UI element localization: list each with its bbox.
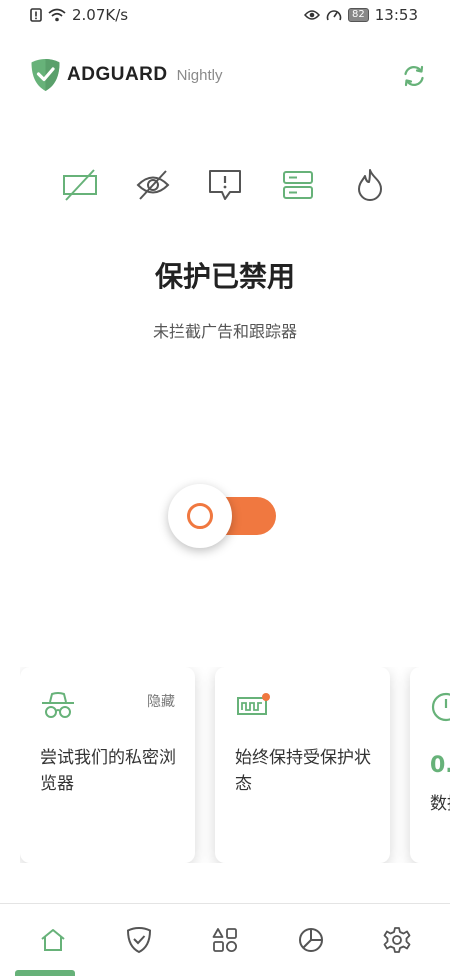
status-right: 82 13:53 bbox=[304, 6, 418, 24]
protection-status-subtitle: 未拦截广告和跟踪器 bbox=[152, 322, 297, 341]
feature-ad-blocking[interactable] bbox=[55, 163, 105, 207]
promo-cards[interactable]: 隐藏 尝试我们的私密浏览器 始终保持受保护状态 0. 数据节 bbox=[20, 667, 450, 863]
eye-icon bbox=[304, 10, 321, 20]
app-header: ADGUARD Nightly bbox=[0, 56, 450, 96]
card-value: 0. bbox=[430, 753, 450, 778]
nav-items bbox=[0, 924, 450, 956]
adguard-shield-icon bbox=[31, 59, 60, 91]
feature-firewall[interactable] bbox=[345, 163, 395, 207]
dns-protection-icon bbox=[282, 171, 313, 199]
card-text: 始终保持受保护状态 bbox=[235, 748, 371, 794]
nav-active-indicator bbox=[15, 970, 75, 976]
feature-annoyance-blocking[interactable] bbox=[200, 163, 250, 207]
feature-tracking-protection[interactable] bbox=[128, 163, 178, 207]
nav-protection[interactable] bbox=[114, 924, 164, 956]
incognito-icon bbox=[42, 692, 74, 718]
card-license[interactable]: 始终保持受保护状态 bbox=[215, 667, 390, 863]
clock-time: 13:53 bbox=[374, 6, 418, 24]
feature-dns-protection[interactable] bbox=[273, 163, 323, 207]
ad-blocking-icon bbox=[63, 169, 97, 201]
battery-indicator: 82 bbox=[348, 8, 369, 22]
status-bar: 2.07K/s 82 13:53 bbox=[0, 0, 450, 32]
settings-icon bbox=[383, 927, 411, 953]
card-text: 尝试我们的私密浏览器 bbox=[40, 748, 176, 794]
status-left: 2.07K/s bbox=[30, 6, 128, 24]
notification-icon bbox=[30, 8, 42, 22]
speedometer-icon bbox=[326, 10, 342, 21]
shield-check-icon bbox=[126, 926, 152, 954]
nav-home[interactable] bbox=[28, 924, 78, 956]
wifi-icon bbox=[48, 8, 66, 22]
protection-features bbox=[55, 163, 395, 207]
brand-name: ADGUARD bbox=[67, 64, 168, 85]
build-channel: Nightly bbox=[176, 66, 223, 84]
home-icon bbox=[41, 929, 65, 951]
refresh-icon bbox=[404, 65, 424, 87]
card-statistics[interactable]: 0. 数据节 bbox=[410, 667, 450, 863]
hide-card-button[interactable]: 隐藏 bbox=[147, 691, 175, 711]
bottom-navigation bbox=[0, 903, 450, 976]
nav-activity[interactable] bbox=[200, 924, 250, 956]
nav-settings[interactable] bbox=[372, 924, 422, 956]
refresh-button[interactable] bbox=[398, 60, 430, 92]
card-text: 数据节 bbox=[430, 794, 450, 814]
annoyance-blocking-icon bbox=[209, 170, 241, 200]
apps-icon bbox=[212, 928, 237, 952]
protection-status-title: 保护已禁用 bbox=[154, 260, 295, 293]
card-private-browser[interactable]: 隐藏 尝试我们的私密浏览器 bbox=[20, 667, 195, 863]
statistics-icon bbox=[299, 928, 323, 952]
firewall-icon bbox=[358, 169, 382, 201]
license-icon bbox=[237, 693, 270, 715]
toggle-knob[interactable] bbox=[168, 484, 232, 548]
clock-icon bbox=[431, 692, 450, 722]
adguard-logo: ADGUARD Nightly bbox=[30, 58, 222, 92]
nav-statistics[interactable] bbox=[286, 924, 336, 956]
protection-toggle[interactable] bbox=[168, 484, 278, 548]
network-speed: 2.07K/s bbox=[72, 6, 129, 24]
tracking-protection-icon bbox=[136, 170, 169, 200]
power-ring-icon bbox=[187, 503, 213, 529]
